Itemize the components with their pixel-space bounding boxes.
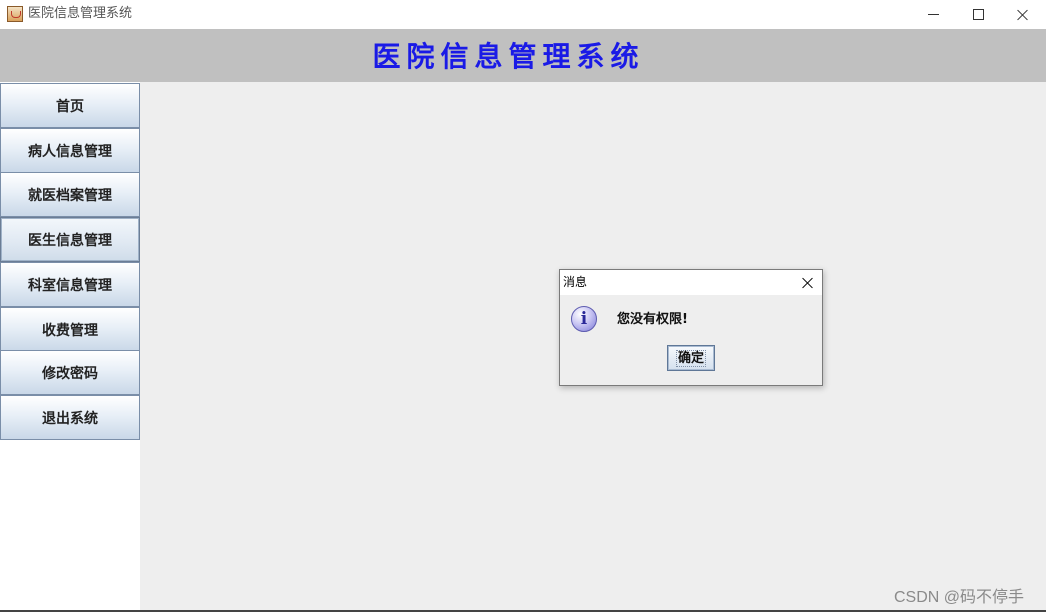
menu-button-billing[interactable]: 收费管理	[0, 307, 140, 352]
dialog-titlebar: 消息	[560, 270, 822, 295]
message-dialog: 消息 i 您没有权限! 确定	[559, 269, 823, 386]
menu-button-exit[interactable]: 退出系统	[0, 395, 140, 440]
header-banner: 医院信息管理系统	[0, 29, 1046, 82]
close-icon	[802, 277, 814, 289]
menu-button-department-info[interactable]: 科室信息管理	[0, 262, 140, 307]
ok-button[interactable]: 确定	[667, 345, 715, 371]
menu-button-home[interactable]: 首页	[0, 83, 140, 128]
sidebar: 首页 病人信息管理 就医档案管理 医生信息管理 科室信息管理 收费管理 修改密码…	[0, 82, 140, 612]
watermark: CSDN @码不停手	[894, 589, 1025, 606]
minimize-icon	[927, 14, 939, 15]
minimize-button[interactable]	[910, 0, 956, 29]
maximize-button[interactable]	[955, 0, 1001, 29]
dialog-title: 消息	[563, 275, 588, 289]
window-titlebar: 医院信息管理系统	[0, 0, 1046, 29]
info-icon: i	[571, 306, 597, 332]
close-icon	[1017, 9, 1029, 21]
dialog-message: 您没有权限!	[617, 312, 688, 327]
menu-button-change-password[interactable]: 修改密码	[0, 350, 140, 395]
window-close-button[interactable]	[1000, 0, 1046, 29]
window-title: 医院信息管理系统	[28, 6, 133, 21]
menu-button-medical-records[interactable]: 就医档案管理	[0, 172, 140, 217]
maximize-icon	[972, 9, 984, 20]
menu-button-patient-info[interactable]: 病人信息管理	[0, 128, 140, 173]
ok-button-label: 确定	[675, 349, 706, 367]
menu-button-doctor-info[interactable]: 医生信息管理	[0, 217, 140, 262]
page-title: 医院信息管理系统	[372, 40, 645, 73]
java-cup-icon	[7, 6, 23, 22]
dialog-close-button[interactable]	[796, 270, 820, 295]
